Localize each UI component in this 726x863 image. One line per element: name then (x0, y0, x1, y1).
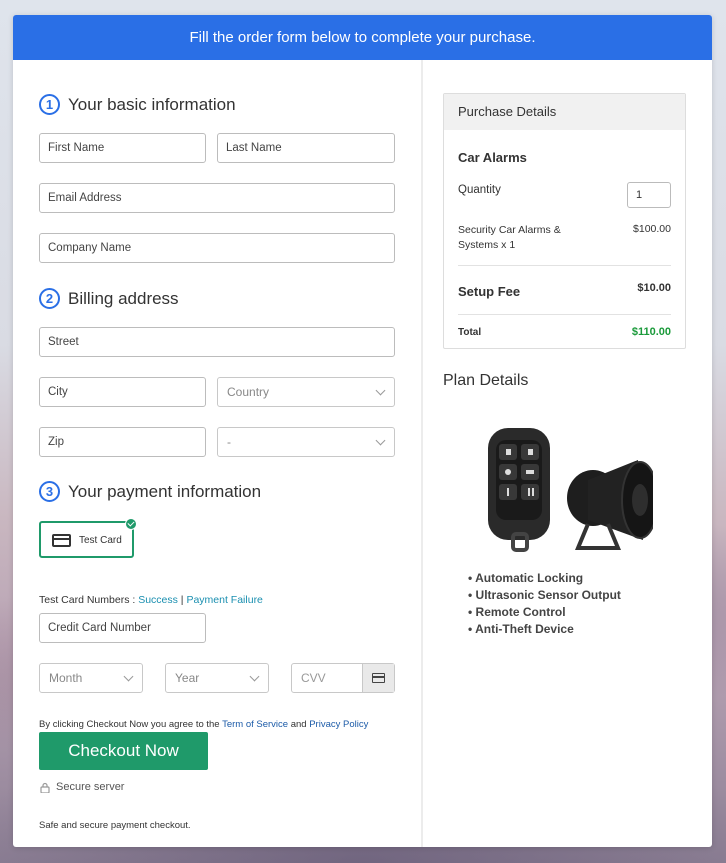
divider-line (458, 314, 671, 315)
zip-input[interactable]: Zip (39, 427, 206, 457)
chevron-down-icon (375, 385, 386, 396)
item-name-line-1: Security Car Alarms & (458, 224, 561, 236)
credit-card-icon-stripe (372, 676, 385, 678)
check-circle-icon (125, 518, 137, 530)
checkout-now-button[interactable]: Checkout Now (39, 732, 208, 770)
setup-fee-label: Setup Fee (458, 284, 521, 299)
state-select-value: - (227, 435, 231, 449)
plan-features-list: Automatic Locking Ultrasonic Sensor Outp… (468, 570, 621, 638)
secure-checkout-note: Safe and secure payment checkout. (39, 820, 191, 831)
product-title: Car Alarms (458, 150, 527, 165)
lock-icon (40, 782, 50, 793)
test-card-numbers: Test Card Numbers : Success | Payment Fa… (39, 594, 263, 606)
step-number: 3 (39, 481, 60, 502)
terms-prefix: By clicking Checkout Now you agree to th… (39, 719, 223, 730)
month-select[interactable]: Month (39, 663, 143, 693)
feature-item: Remote Control (468, 604, 621, 621)
plan-details-title: Plan Details (443, 372, 529, 389)
first-name-input[interactable]: First Name (39, 133, 206, 163)
feature-item: Ultrasonic Sensor Output (468, 587, 621, 604)
terms-text: By clicking Checkout Now you agree to th… (39, 719, 368, 730)
form-column: 1 Your basic information First Name Last… (13, 60, 421, 847)
month-select-value: Month (49, 671, 83, 685)
credit-card-icon (52, 534, 71, 547)
cvv-card-icon-box (362, 664, 394, 692)
payment-heading: 3 Your payment information (39, 481, 261, 502)
quantity-label: Quantity (458, 184, 501, 196)
cvv-placeholder: CVV (301, 671, 326, 685)
country-select-value: Country (227, 385, 270, 399)
privacy-policy-link[interactable]: Privacy Policy (309, 719, 368, 730)
billing-heading: 2 Billing address (39, 288, 179, 309)
step-number: 1 (39, 94, 60, 115)
credit-card-icon (372, 673, 385, 683)
purchase-details-box: Purchase Details Car Alarms Quantity 1 S… (443, 93, 686, 349)
card-number-input[interactable]: Credit Card Number (39, 613, 206, 643)
section-title: Your payment information (68, 481, 262, 501)
city-input[interactable]: City (39, 377, 206, 407)
purchase-details-header: Purchase Details (444, 94, 685, 130)
car-alarm-product-image (488, 428, 653, 552)
state-select[interactable]: - (217, 427, 395, 457)
section-title: Your basic information (68, 94, 236, 114)
setup-fee-price: $10.00 (637, 282, 671, 294)
chevron-down-icon (249, 671, 260, 682)
year-select-value: Year (175, 671, 200, 685)
cvv-input[interactable]: CVV (291, 663, 395, 693)
email-input[interactable]: Email Address (39, 183, 395, 213)
item-name: Security Car Alarms & Systems x 1 (458, 223, 561, 253)
test-numbers-label: Test Card Numbers : (39, 594, 139, 606)
item-price: $100.00 (633, 223, 671, 235)
section-title: Billing address (68, 288, 179, 308)
step-number: 2 (39, 288, 60, 309)
chevron-down-icon (375, 435, 386, 446)
company-input[interactable]: Company Name (39, 233, 395, 263)
country-select[interactable]: Country (217, 377, 395, 407)
divider-line (458, 265, 671, 266)
last-name-input[interactable]: Last Name (217, 133, 395, 163)
basic-info-heading: 1 Your basic information (39, 94, 236, 115)
year-select[interactable]: Year (165, 663, 269, 693)
summary-column: Purchase Details Car Alarms Quantity 1 S… (423, 60, 712, 847)
chevron-down-icon (123, 671, 134, 682)
secure-server-label: Secure server (56, 781, 125, 793)
test-card-option[interactable]: Test Card (39, 518, 137, 558)
payment-failure-link[interactable]: Payment Failure (186, 594, 262, 606)
total-label: Total (458, 327, 482, 338)
order-form-card: Fill the order form below to complete yo… (13, 15, 712, 847)
item-name-line-2: Systems x 1 (458, 239, 516, 251)
success-link[interactable]: Success (138, 594, 178, 606)
street-input[interactable]: Street (39, 327, 395, 357)
test-card-label: Test Card (79, 535, 122, 546)
terms-and: and (288, 719, 310, 730)
total-price: $110.00 (631, 326, 671, 338)
terms-of-service-link[interactable]: Term of Service (222, 719, 288, 730)
top-banner: Fill the order form below to complete yo… (13, 15, 712, 60)
quantity-input[interactable]: 1 (627, 182, 671, 208)
feature-item: Automatic Locking (468, 570, 621, 587)
feature-item: Anti-Theft Device (468, 621, 621, 638)
